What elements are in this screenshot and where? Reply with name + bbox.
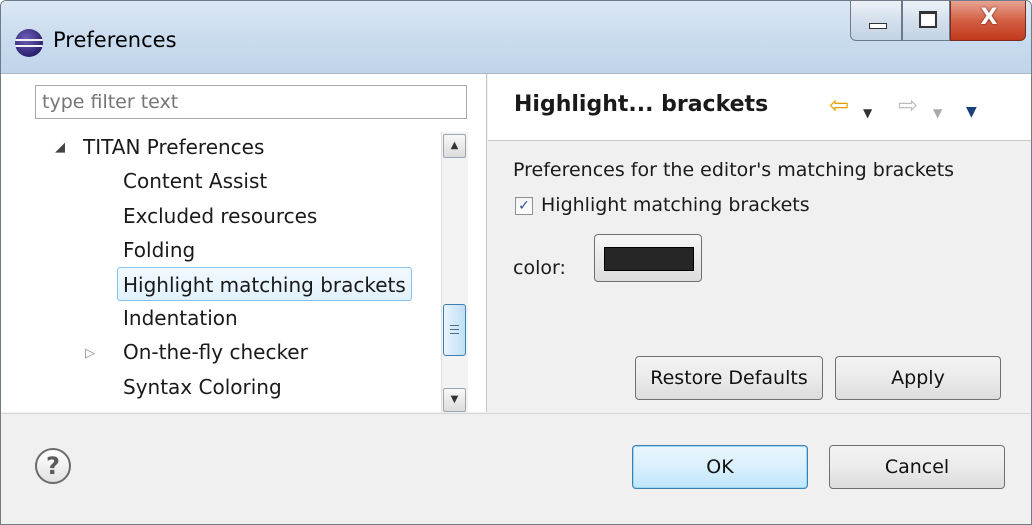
filter-input[interactable]	[35, 85, 467, 119]
tree-item-label: Folding	[123, 238, 196, 262]
minimize-button[interactable]	[850, 1, 902, 41]
collapse-arrow-icon[interactable]: ◢	[55, 131, 65, 165]
window-title: Preferences	[53, 28, 177, 52]
tree-item-label: Excluded resources	[123, 204, 318, 228]
eclipse-app-icon	[15, 29, 43, 57]
scroll-down-button[interactable]: ▼	[443, 388, 466, 412]
view-menu-icon[interactable]: ▼	[966, 97, 977, 127]
tree-item-label: Content Assist	[123, 169, 268, 193]
back-arrow-icon[interactable]: ⇦	[829, 90, 849, 120]
page-header: Highlight... brackets ⇦ ▼ ⇨ ▼ ▼	[488, 74, 1031, 141]
cancel-button[interactable]: Cancel	[829, 445, 1005, 489]
highlight-checkbox[interactable]: ✓	[515, 197, 533, 215]
color-swatch	[604, 247, 694, 271]
scroll-thumb[interactable]	[443, 304, 466, 356]
dialog-button-bar: ? OK Cancel	[1, 413, 1031, 524]
tree-item-indentation[interactable]: Indentation	[123, 301, 238, 335]
tree-item-highlight-matching-brackets[interactable]: Highlight matching brackets	[117, 267, 412, 301]
tree-item-label: On-the-fly checker	[123, 340, 308, 364]
preference-page: Highlight... brackets ⇦ ▼ ⇨ ▼ ▼ Preferen…	[488, 74, 1031, 412]
expand-arrow-icon[interactable]: ▷	[85, 337, 95, 371]
tree-item-syntax-coloring[interactable]: Syntax Coloring	[123, 370, 282, 404]
highlight-checkbox-label[interactable]: Highlight matching brackets	[541, 194, 810, 216]
tree-item-content-assist[interactable]: Content Assist	[123, 164, 267, 198]
preference-tree: ◢ TITAN Preferences Content Assist Exclu…	[1, 130, 431, 412]
color-label: color:	[513, 257, 566, 279]
forward-arrow-icon[interactable]: ⇨	[898, 90, 918, 120]
ok-button[interactable]: OK	[632, 445, 808, 489]
tree-item-excluded-resources[interactable]: Excluded resources	[123, 199, 317, 233]
close-button[interactable]: X	[950, 1, 1026, 41]
tree-item-label: Syntax Coloring	[123, 375, 282, 399]
title-bar[interactable]: Preferences X	[1, 1, 1031, 74]
apply-button[interactable]: Apply	[835, 356, 1001, 400]
tree-scrollbar[interactable]: ▲ ▼	[441, 132, 468, 412]
maximize-button[interactable]	[902, 1, 950, 41]
preferences-dialog: Preferences X ◢ TITAN Preferences Conten…	[0, 0, 1032, 525]
back-dropdown-icon[interactable]: ▼	[863, 98, 872, 128]
close-icon: X	[980, 5, 998, 30]
forward-dropdown-icon[interactable]: ▼	[933, 98, 942, 128]
restore-defaults-button[interactable]: Restore Defaults	[635, 356, 823, 400]
page-title: Highlight... brackets	[514, 92, 769, 117]
preference-tree-pane: ◢ TITAN Preferences Content Assist Exclu…	[1, 74, 487, 412]
tree-item-folding[interactable]: Folding	[123, 233, 195, 267]
maximize-icon	[919, 11, 937, 28]
color-picker-button[interactable]	[594, 234, 702, 282]
minimize-icon	[869, 23, 887, 29]
tree-item-label: Indentation	[123, 306, 238, 330]
scroll-up-button[interactable]: ▲	[443, 134, 466, 158]
help-icon[interactable]: ?	[35, 448, 71, 484]
page-description: Preferences for the editor's matching br…	[513, 159, 955, 181]
tree-item-label: Highlight matching brackets	[123, 273, 406, 297]
tree-item-label: TITAN Preferences	[83, 135, 265, 159]
